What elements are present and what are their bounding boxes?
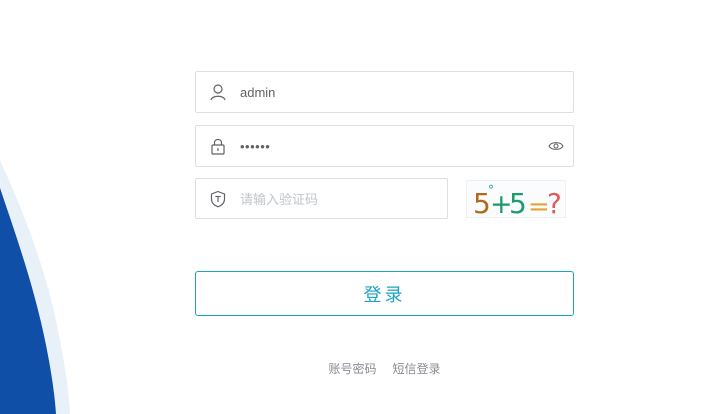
svg-text:?: ?: [547, 187, 562, 217]
lock-icon: [196, 126, 240, 166]
login-button[interactable]: 登录: [195, 271, 574, 316]
alternate-login-links: 账号密码 短信登录: [195, 360, 574, 378]
svg-text:5: 5: [509, 187, 527, 217]
password-field[interactable]: ••••••: [195, 125, 574, 167]
captcha-image[interactable]: 5 ° + 5 = ?: [466, 180, 566, 222]
captcha-field[interactable]: 请输入验证码: [195, 178, 448, 219]
eye-icon[interactable]: [539, 126, 573, 166]
username-value[interactable]: admin: [240, 85, 573, 100]
sms-login-link[interactable]: 短信登录: [393, 360, 441, 378]
account-password-login-link[interactable]: 账号密码: [328, 360, 376, 378]
shield-icon: [196, 179, 240, 218]
username-field[interactable]: admin: [195, 71, 574, 113]
password-value[interactable]: ••••••: [240, 139, 539, 154]
captcha-image-text: 5 ° + 5 = ?: [473, 183, 562, 222]
captcha-input-placeholder[interactable]: 请输入验证码: [240, 189, 447, 208]
user-icon: [196, 72, 240, 112]
